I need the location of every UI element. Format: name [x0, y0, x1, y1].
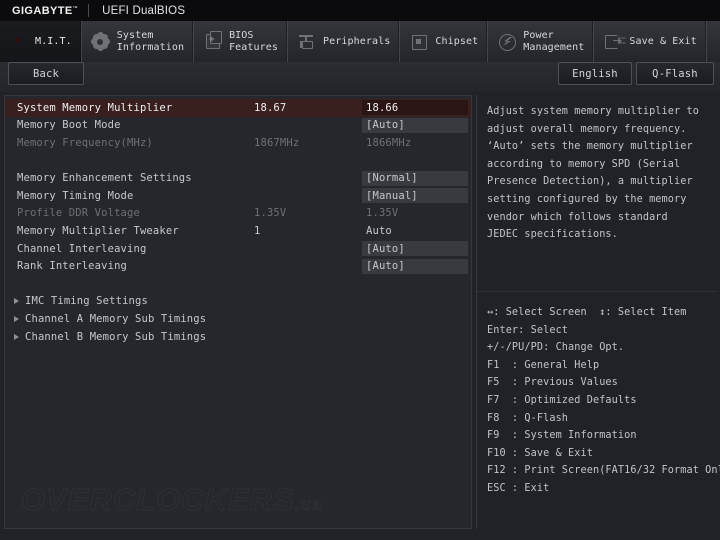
settings-row: Profile DDR Voltage 1.35V 1.35V — [5, 205, 471, 223]
key-legend-row: Enter: Select — [487, 324, 569, 336]
settings-row-label: Memory Enhancement Settings — [17, 172, 192, 185]
settings-row[interactable]: Memory Boot Mode [Auto] — [5, 117, 471, 135]
settings-row: Memory Frequency(MHz) 1867MHz 1866MHz — [5, 134, 471, 152]
watermark-suffix: .ua — [294, 495, 323, 515]
settings-row-value-field[interactable]: [Auto] — [362, 258, 468, 274]
settings-row[interactable]: Channel Interleaving [Auto] — [5, 240, 471, 258]
settings-panel: System Memory Multiplier 18.67 18.66 Memory… — [4, 95, 472, 529]
chevron-right-icon — [14, 315, 19, 322]
key-legend-row: ESC : Exit — [487, 482, 550, 494]
settings-row-label: Memory Multiplier Tweaker — [17, 224, 179, 237]
key-legend-row: F1 : General Help — [487, 359, 600, 371]
settings-row-value-field[interactable]: Auto — [362, 223, 468, 238]
settings-spacer — [5, 275, 471, 293]
gear-icon — [91, 32, 110, 51]
settings-row-label: Memory Boot Mode — [17, 119, 121, 132]
help-divider — [477, 291, 717, 292]
help-description: Adjust system memory multiplier to adjus… — [487, 106, 699, 241]
tab-peripherals[interactable]: Peripherals — [288, 21, 401, 62]
submenu-item-label: IMC Timing Settings — [25, 295, 148, 308]
main-tab-bar: M.I.T. System Information BIOS Features … — [0, 21, 720, 62]
settings-row-current-value: 1867MHz — [254, 136, 300, 149]
tab-peripherals-label: Peripherals — [323, 35, 391, 47]
language-button[interactable]: English — [558, 62, 632, 85]
chevron-right-icon — [14, 333, 19, 340]
tab-save-and-exit-label: Save & Exit — [629, 35, 697, 47]
settings-row-value-field: 1866MHz — [366, 136, 412, 149]
settings-row-label: Profile DDR Voltage — [17, 207, 140, 220]
back-button[interactable]: Back — [8, 62, 84, 85]
tab-chipset-label: Chipset — [435, 35, 479, 47]
settings-row-value-field: 1.35V — [366, 207, 399, 220]
settings-row-label: Memory Frequency(MHz) — [17, 136, 153, 149]
gigabyte-logo: GIGABYTE™ — [0, 5, 88, 17]
settings-row[interactable]: Memory Timing Mode [Manual] — [5, 187, 471, 205]
key-legend: ↔: Select Screen ↕: Select Item Enter: Se… — [487, 304, 720, 498]
settings-row-value-field[interactable]: [Normal] — [362, 170, 468, 186]
settings-row-label: System Memory Multiplier — [17, 101, 173, 114]
tab-system-information-label: System Information — [116, 29, 185, 53]
power-bolt-icon — [497, 32, 517, 51]
watermark: OVERCLOCKERS.ua — [21, 482, 322, 518]
submenu-item[interactable]: Channel B Memory Sub Timings — [5, 328, 471, 346]
settings-spacer — [5, 152, 471, 170]
brand-subtitle: UEFI DualBIOS — [102, 4, 186, 17]
settings-row[interactable]: Rank Interleaving [Auto] — [5, 257, 471, 275]
key-legend-row: F7 : Optimized Defaults — [487, 394, 637, 406]
submenu-item-label: Channel B Memory Sub Timings — [25, 330, 207, 343]
settings-row-label: Rank Interleaving — [17, 260, 128, 273]
tab-save-and-exit[interactable]: Save & Exit — [594, 21, 707, 62]
settings-row[interactable]: Memory Multiplier Tweaker 1 Auto — [5, 222, 471, 240]
submenu-item[interactable]: Channel A Memory Sub Timings — [5, 310, 471, 328]
settings-row-value-field[interactable]: [Auto] — [362, 117, 468, 133]
key-legend-row: F9 : System Information — [487, 430, 637, 442]
brand-bar: GIGABYTE™ UEFI DualBIOS — [0, 0, 720, 21]
tab-mit[interactable]: M.I.T. — [0, 21, 82, 62]
settings-row-current-value: 18.67 — [254, 101, 287, 114]
settings-row[interactable]: Memory Enhancement Settings [Normal] — [5, 169, 471, 187]
chipset-icon — [409, 32, 428, 51]
key-legend-row: F8 : Q-Flash — [487, 412, 569, 424]
settings-list: System Memory Multiplier 18.67 18.66 Memory… — [5, 99, 471, 345]
tab-bios-features-label: BIOS Features — [229, 29, 279, 53]
gigabyte-logo-text: GIGABYTE — [12, 4, 73, 17]
settings-row-current-value: 1.35V — [254, 207, 287, 220]
help-panel: Adjust system memory multiplier to adjus… — [476, 95, 720, 529]
tab-power-management[interactable]: Power Management — [488, 21, 595, 62]
chevron-right-icon — [14, 298, 19, 305]
submenu-item[interactable]: IMC Timing Settings — [5, 293, 471, 311]
trademark-symbol: ™ — [72, 4, 79, 11]
key-legend-row: F10 : Save & Exit — [487, 447, 593, 459]
exit-door-icon — [603, 32, 623, 51]
tab-mit-label: M.I.T. — [35, 35, 72, 47]
settings-row-current-value: 1 — [254, 224, 261, 237]
key-legend-row: F12 : Print Screen(FAT16/32 Format Only) — [487, 465, 720, 477]
settings-row-label: Memory Timing Mode — [17, 189, 134, 202]
target-icon — [9, 32, 28, 51]
watermark-main: OVERCLOCKERS — [21, 482, 295, 518]
peripherals-icon — [297, 32, 316, 51]
bios-chip-icon — [203, 31, 223, 51]
submenu-item-label: Channel A Memory Sub Timings — [25, 312, 207, 325]
settings-row-value-field[interactable]: 18.66 — [362, 100, 468, 116]
settings-row-value-field[interactable]: [Auto] — [362, 241, 468, 257]
tab-bios-features[interactable]: BIOS Features — [194, 21, 289, 62]
settings-row[interactable]: System Memory Multiplier 18.67 18.66 — [5, 99, 471, 117]
settings-row-value-field[interactable]: [Manual] — [362, 188, 468, 204]
key-legend-row: F5 : Previous Values — [487, 377, 618, 389]
settings-row-label: Channel Interleaving — [17, 242, 147, 255]
tab-system-information[interactable]: System Information — [82, 21, 195, 62]
tab-chipset[interactable]: Chipset — [400, 21, 489, 62]
key-legend-row: ↔: Select Screen ↕: Select Item — [487, 307, 687, 318]
tab-power-management-label: Power Management — [523, 29, 585, 53]
qflash-button[interactable]: Q-Flash — [636, 62, 714, 85]
key-legend-row: +/-/PU/PD: Change Opt. — [487, 342, 625, 354]
